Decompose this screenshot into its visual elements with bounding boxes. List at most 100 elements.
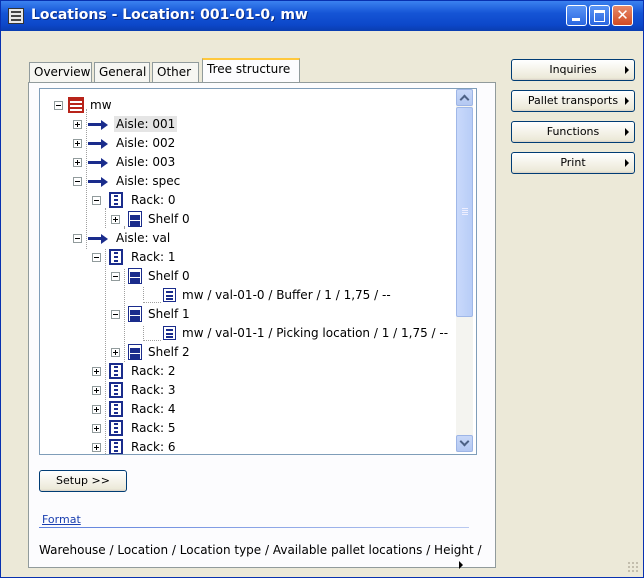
collapse-icon[interactable]: [111, 310, 120, 319]
expand-icon[interactable]: [92, 386, 101, 395]
collapse-icon[interactable]: [111, 272, 120, 281]
tab-other[interactable]: Other: [152, 62, 199, 82]
rack-icon: [109, 401, 123, 417]
tree-node-label: Rack: 2: [131, 364, 176, 378]
aisle-arrow-icon: [88, 173, 108, 189]
maximize-button[interactable]: [589, 5, 610, 26]
warehouse-icon: [68, 97, 84, 113]
format-link[interactable]: Format: [42, 513, 81, 526]
tree-node-label: Shelf 0: [148, 269, 190, 283]
tree-node-label: Rack: 4: [131, 402, 176, 416]
submenu-arrow-icon: [625, 66, 629, 74]
shelf-icon: [128, 306, 142, 322]
tab-tree-structure[interactable]: Tree structure: [202, 58, 300, 82]
collapse-icon[interactable]: [92, 196, 101, 205]
grip-icon: [462, 208, 468, 209]
tree-node-shelf[interactable]: Shelf 2: [40, 344, 440, 360]
pallet-transports-label: Pallet transports: [527, 94, 619, 107]
tree-node-warehouse[interactable]: mw: [40, 97, 440, 113]
pallet-transports-button[interactable]: Pallet transports: [511, 90, 635, 112]
tree-node-location[interactable]: mw / val-01-0 / Buffer / 1 / 1,75 / --: [40, 287, 440, 303]
expand-icon[interactable]: [92, 443, 101, 452]
scrollbar-thumb[interactable]: [456, 107, 473, 317]
location-icon: [163, 288, 176, 302]
more-arrow-icon[interactable]: [459, 561, 463, 569]
resize-grip-icon[interactable]: [627, 561, 639, 573]
tree-node-label: Rack: 1: [131, 250, 176, 264]
rack-icon: [109, 439, 123, 454]
tree-node-shelf[interactable]: Shelf 0: [40, 268, 440, 284]
tree-node-label: mw: [90, 98, 112, 112]
tree-node-location[interactable]: mw / val-01-1 / Picking location / 1 / 1…: [40, 325, 450, 341]
tree-node-label: mw / val-01-0 / Buffer / 1 / 1,75 / --: [182, 288, 391, 302]
tree-node-label: Aisle: val: [116, 231, 171, 245]
tree-node-label: Rack: 5: [131, 421, 176, 435]
title-bar[interactable]: Locations - Location: 001-01-0, mw ✕: [1, 1, 643, 31]
tree-node-rack[interactable]: Rack: 6: [40, 439, 440, 454]
functions-label: Functions: [546, 125, 600, 138]
tree-node-rack[interactable]: Rack: 1: [40, 249, 440, 265]
window-title: Locations - Location: 001-01-0, mw: [31, 7, 308, 23]
shelf-icon: [128, 344, 142, 360]
submenu-arrow-icon: [625, 159, 629, 167]
collapse-icon[interactable]: [54, 101, 63, 110]
tree-node-rack[interactable]: Rack: 3: [40, 382, 440, 398]
aisle-arrow-icon: [88, 230, 108, 246]
tree-node-label: Aisle: spec: [116, 174, 181, 188]
collapse-icon[interactable]: [73, 234, 82, 243]
tab-overview[interactable]: Overview: [29, 62, 92, 82]
aisle-arrow-icon: [88, 135, 108, 151]
expand-icon[interactable]: [111, 348, 120, 357]
tree-node-aisle[interactable]: Aisle: 002: [40, 135, 440, 151]
tree-node-shelf[interactable]: Shelf 1: [40, 306, 440, 322]
tree-node-label: Aisle: 003: [116, 155, 176, 169]
minimize-button[interactable]: [566, 5, 587, 26]
submenu-arrow-icon: [625, 128, 629, 136]
functions-button[interactable]: Functions: [511, 121, 635, 143]
rack-icon: [109, 192, 123, 208]
inquiries-button[interactable]: Inquiries: [511, 59, 635, 81]
aisle-arrow-icon: [88, 154, 108, 170]
collapse-icon[interactable]: [73, 177, 82, 186]
expand-icon[interactable]: [73, 120, 82, 129]
tree-node-aisle[interactable]: Aisle: 003: [40, 154, 440, 170]
print-button[interactable]: Print: [511, 152, 635, 174]
locations-window: Locations - Location: 001-01-0, mw ✕ Ove…: [0, 0, 644, 578]
tree-node-label: Aisle: 002: [116, 136, 176, 150]
close-button[interactable]: ✕: [612, 5, 633, 26]
setup-button[interactable]: Setup >>: [39, 470, 127, 492]
format-text: Warehouse / Location / Location type / A…: [39, 543, 482, 557]
scroll-up-arrow-icon[interactable]: [456, 89, 473, 106]
format-divider: [39, 527, 469, 528]
tree-node-label: Shelf 2: [148, 345, 190, 359]
scroll-down-arrow-icon[interactable]: [456, 435, 473, 452]
tree-node-shelf[interactable]: Shelf 0: [40, 211, 440, 227]
location-tree[interactable]: mw Aisle: 001 Aisle: 002 Aisle: 003 Aisl…: [39, 88, 477, 455]
app-icon: [8, 8, 24, 24]
tree-node-label: Rack: 6: [131, 440, 176, 454]
tree-node-rack[interactable]: Rack: 4: [40, 401, 440, 417]
rack-icon: [109, 363, 123, 379]
tree-node-aisle[interactable]: Aisle: val: [40, 230, 440, 246]
tree-node-rack[interactable]: Rack: 5: [40, 420, 440, 436]
expand-icon[interactable]: [111, 215, 120, 224]
tab-general[interactable]: General: [94, 62, 150, 82]
rack-icon: [109, 249, 123, 265]
expand-icon[interactable]: [92, 424, 101, 433]
tree-node-rack[interactable]: Rack: 0: [40, 192, 440, 208]
print-label: Print: [560, 156, 586, 169]
expand-icon[interactable]: [92, 405, 101, 414]
collapse-icon[interactable]: [92, 253, 101, 262]
tree-node-aisle[interactable]: Aisle: spec: [40, 173, 440, 189]
tree-node-aisle[interactable]: Aisle: 001: [40, 116, 440, 132]
tree-node-label: mw / val-01-1 / Picking location / 1 / 1…: [182, 326, 449, 340]
expand-icon[interactable]: [92, 367, 101, 376]
location-icon: [163, 326, 176, 340]
tree-node-rack[interactable]: Rack: 2: [40, 363, 440, 379]
vertical-scrollbar[interactable]: [456, 89, 473, 452]
shelf-icon: [128, 268, 142, 284]
expand-icon[interactable]: [73, 139, 82, 148]
expand-icon[interactable]: [73, 158, 82, 167]
inquiries-label: Inquiries: [549, 63, 597, 76]
rack-icon: [109, 420, 123, 436]
